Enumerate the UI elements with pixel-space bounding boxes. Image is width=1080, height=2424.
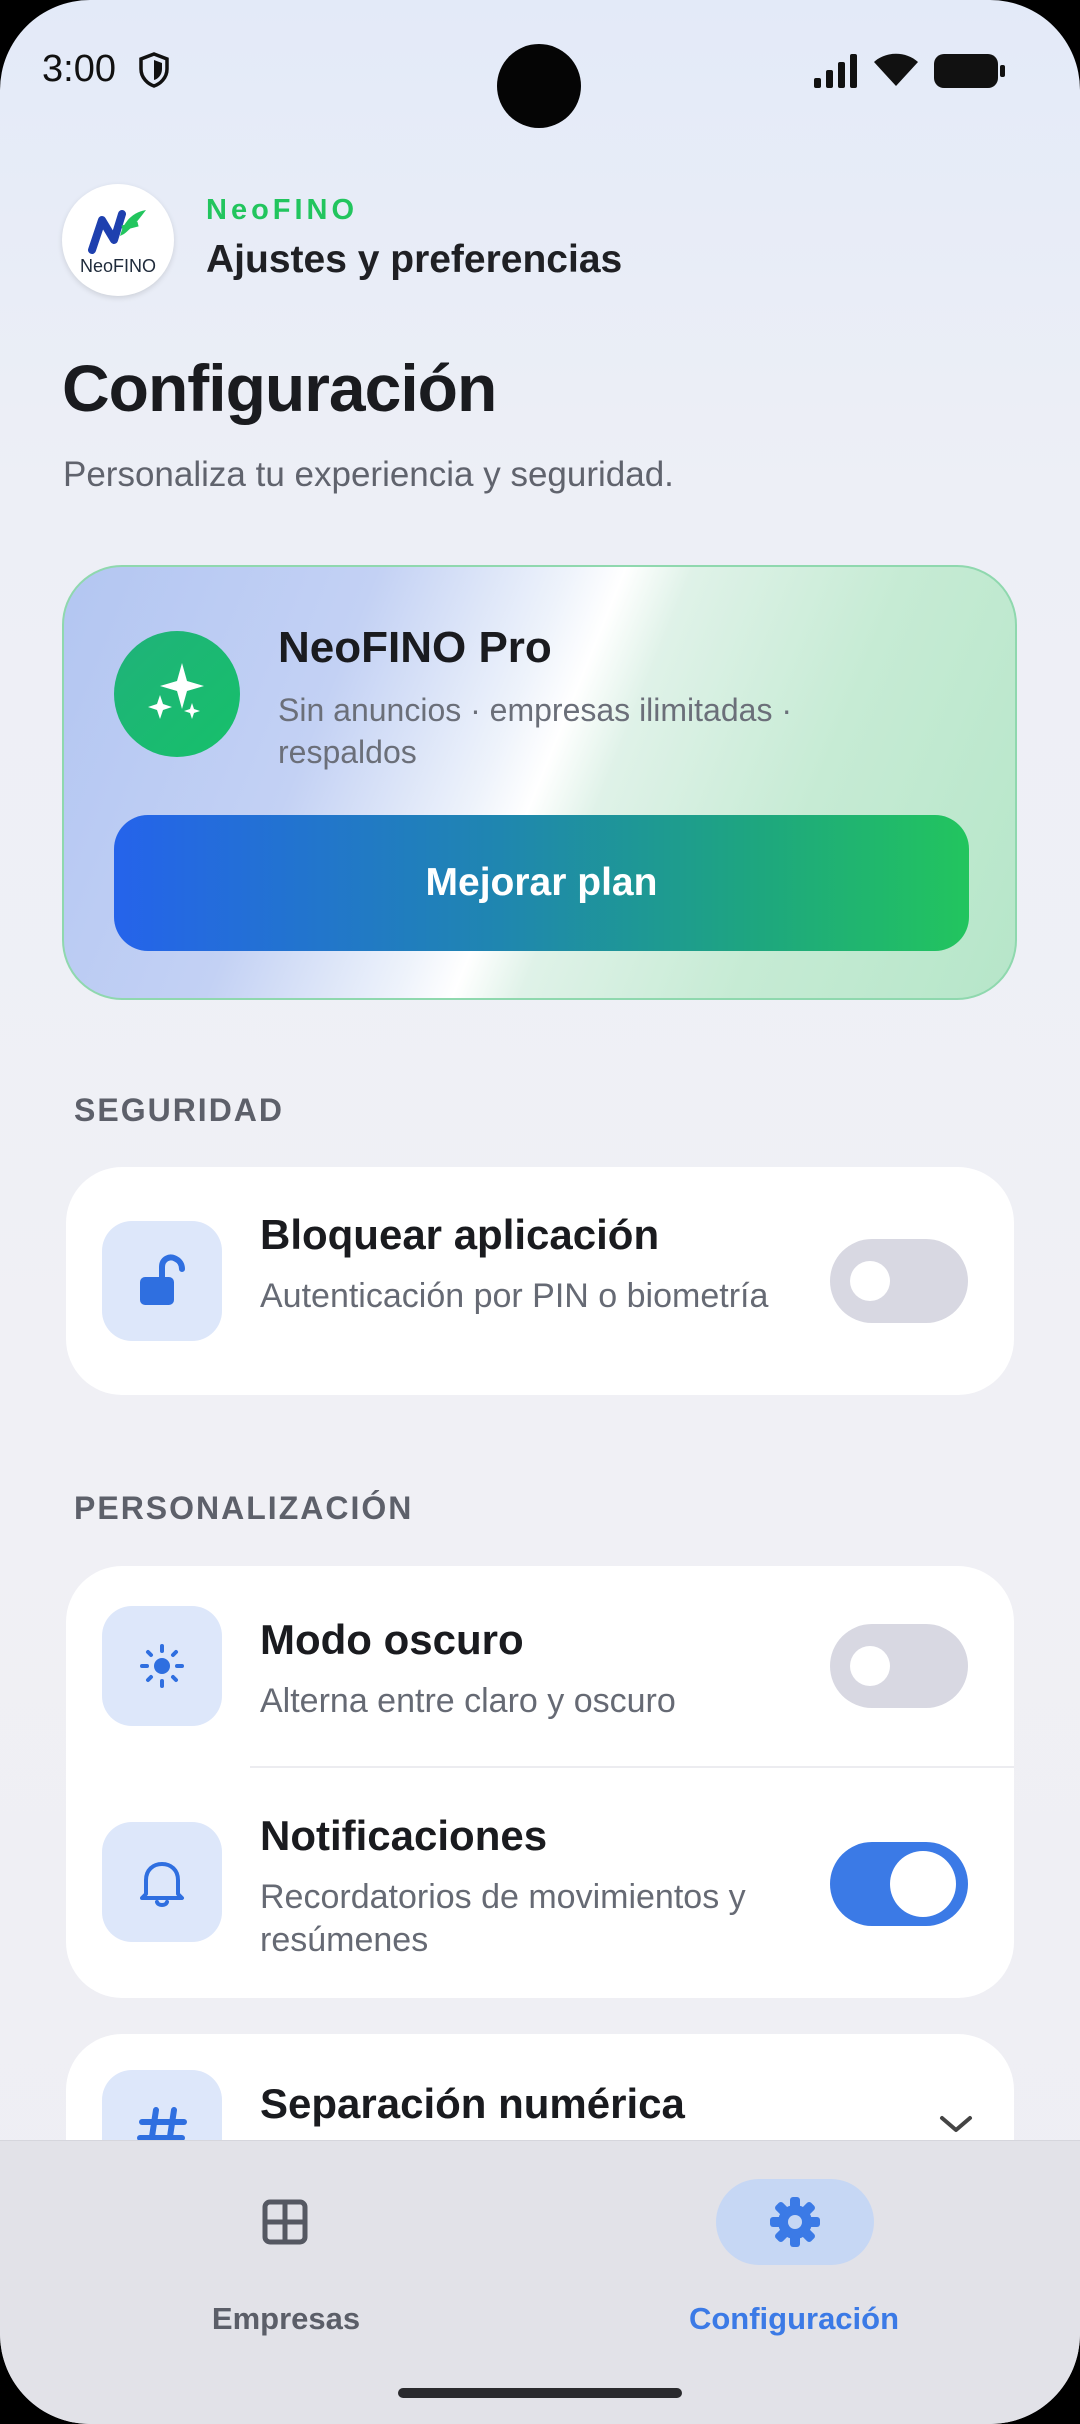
setting-description: Recordatorios de movimientos y resúmenes [260, 1878, 746, 1959]
setting-row-lock-app[interactable]: Bloquear aplicación Autenticación por PI… [66, 1167, 1014, 1395]
gear-icon [716, 2179, 874, 2265]
brand-name: NeoFINO [206, 194, 359, 226]
upgrade-plan-button[interactable]: Mejorar plan [114, 815, 969, 951]
pro-plan-title: NeoFINO Pro [278, 623, 552, 672]
dark-mode-toggle[interactable] [830, 1624, 968, 1708]
toggle-knob [890, 1851, 956, 1917]
page-description: Personaliza tu experiencia y seguridad. [63, 455, 674, 494]
grid-icon [206, 2179, 364, 2265]
setting-row-notifications[interactable]: Notificaciones Recordatorios de movimien… [66, 1768, 1014, 1998]
setting-row-dark-mode[interactable]: Modo oscuro Alterna entre claro y oscuro [66, 1566, 1014, 1766]
bell-icon [102, 1822, 222, 1942]
settings-screen: 3:00 NeoFINO NeoFINO Ajustes y preferenc… [0, 0, 1080, 2424]
page-title: Configuración [62, 351, 497, 425]
notifications-toggle[interactable] [830, 1842, 968, 1926]
lock-open-icon [102, 1221, 222, 1341]
pro-plan-description: Sin anuncios · empresas ilimitadas · res… [278, 692, 792, 770]
toggle-knob [850, 1261, 890, 1301]
battery-icon [934, 54, 1006, 93]
wifi-icon [872, 52, 920, 93]
setting-title: Separación numérica [260, 2080, 685, 2127]
setting-description: Autenticación por PIN o biometría [260, 1277, 769, 1315]
setting-description: Alterna entre claro y oscuro [260, 1682, 676, 1720]
lock-app-toggle[interactable] [830, 1239, 968, 1323]
sun-icon [102, 1606, 222, 1726]
setting-title: Bloquear aplicación [260, 1211, 660, 1258]
chevron-down-icon[interactable] [936, 2112, 976, 2141]
toggle-knob [850, 1646, 890, 1686]
setting-title: Notificaciones [260, 1812, 548, 1859]
sparkles-icon [114, 631, 240, 757]
pro-plan-card: NeoFINO Pro Sin anuncios · empresas ilim… [62, 565, 1017, 1000]
bottom-navigation: Empresas Configuración [0, 2140, 1080, 2424]
section-label-security: SEGURIDAD [74, 1092, 285, 1128]
header-subtitle: Ajustes y preferencias [206, 238, 623, 281]
personalization-card: Modo oscuro Alterna entre claro y oscuro… [66, 1566, 1014, 1998]
nav-label: Configuración [688, 2301, 900, 2336]
app-logo: NeoFINO [62, 184, 174, 296]
nav-label: Empresas [211, 2301, 361, 2336]
security-card: Bloquear aplicación Autenticación por PI… [66, 1167, 1014, 1395]
section-label-personalization: PERSONALIZACIÓN [74, 1490, 414, 1526]
nav-item-configuracion[interactable]: Configuración [540, 2141, 1080, 2371]
logo-text: NeoFINO [79, 256, 157, 276]
front-camera [497, 44, 581, 128]
home-indicator[interactable] [398, 2388, 682, 2398]
status-time: 3:00 [42, 48, 116, 90]
signal-icon [814, 54, 860, 93]
setting-title: Modo oscuro [260, 1616, 524, 1663]
nav-item-empresas[interactable]: Empresas [0, 2141, 540, 2371]
shield-icon [138, 52, 170, 93]
status-bar: 3:00 [0, 0, 1080, 140]
